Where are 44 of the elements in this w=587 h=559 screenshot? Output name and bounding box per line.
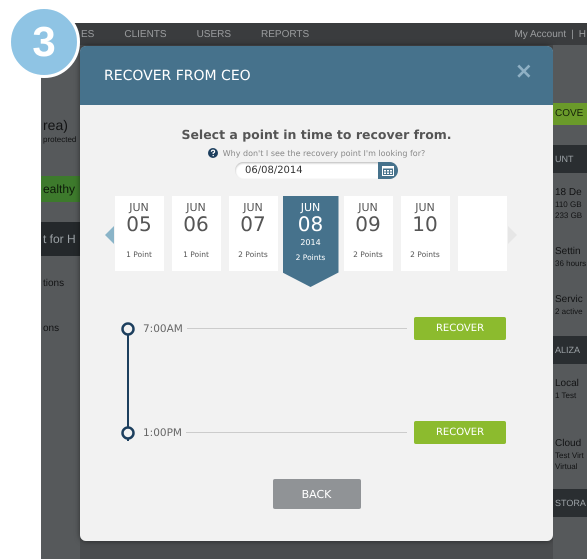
panel-heading: Servic <box>554 294 584 305</box>
time-label: 1:00PM <box>143 426 182 438</box>
nav-link[interactable]: ES <box>81 28 94 40</box>
panel-heading: 18 De <box>554 187 583 198</box>
panel-heading: Settin <box>554 246 582 257</box>
modal-title: RECOVER FROM CEO <box>104 68 251 84</box>
panel-heading: Local <box>554 378 580 389</box>
panel-text: Test Virt <box>554 451 585 460</box>
close-button[interactable]: × <box>514 59 533 84</box>
panel-text: 233 GB <box>554 211 584 220</box>
section-header: ALIZA <box>553 336 587 364</box>
panel-link[interactable]: tions <box>41 278 80 289</box>
recover-button[interactable]: RECOVER <box>414 421 506 444</box>
timeline-node-icon <box>121 426 135 440</box>
nav-link[interactable]: USERS <box>196 28 232 40</box>
panel-text: protected <box>42 135 78 144</box>
nav-link[interactable]: REPORTS <box>261 28 310 40</box>
prompt-heading: Select a point in time to recover from. <box>181 127 452 142</box>
help-link[interactable]: Why don't I see the recovery point I'm looking for? <box>222 148 426 158</box>
section-header: t for H <box>41 222 80 256</box>
panel-heading: Cloud <box>554 438 582 449</box>
time-label: 7:00AM <box>143 322 183 334</box>
back-button[interactable]: BACK <box>272 479 360 509</box>
separator: | <box>571 28 574 40</box>
section-header: UNT <box>553 145 587 173</box>
recover-button[interactable]: RECOVER <box>414 317 506 340</box>
panel-link[interactable]: ons <box>41 323 80 334</box>
timeline-node-icon <box>121 322 135 336</box>
nav-link[interactable]: CLIENTS <box>124 28 167 40</box>
nav-link[interactable]: H <box>578 28 586 40</box>
help-icon[interactable] <box>208 148 218 158</box>
panel-text: 2 active <box>554 307 584 316</box>
panel-text: 1 Test <box>554 391 578 400</box>
panel-text: Virtual <box>554 462 579 471</box>
status-bar: ealthy <box>41 176 80 202</box>
panel-text: 36 hours <box>554 259 587 268</box>
panel-text: 110 GB <box>554 200 583 209</box>
status-bar: COVE <box>553 103 587 125</box>
account-link[interactable]: My Account <box>514 28 566 40</box>
section-header: STORA <box>553 489 587 517</box>
calendar-icon[interactable] <box>378 162 398 179</box>
step-number-badge: 3 <box>8 6 80 78</box>
date-field[interactable]: 06/08/2014 <box>235 162 398 179</box>
panel-heading: rea) <box>42 117 69 133</box>
